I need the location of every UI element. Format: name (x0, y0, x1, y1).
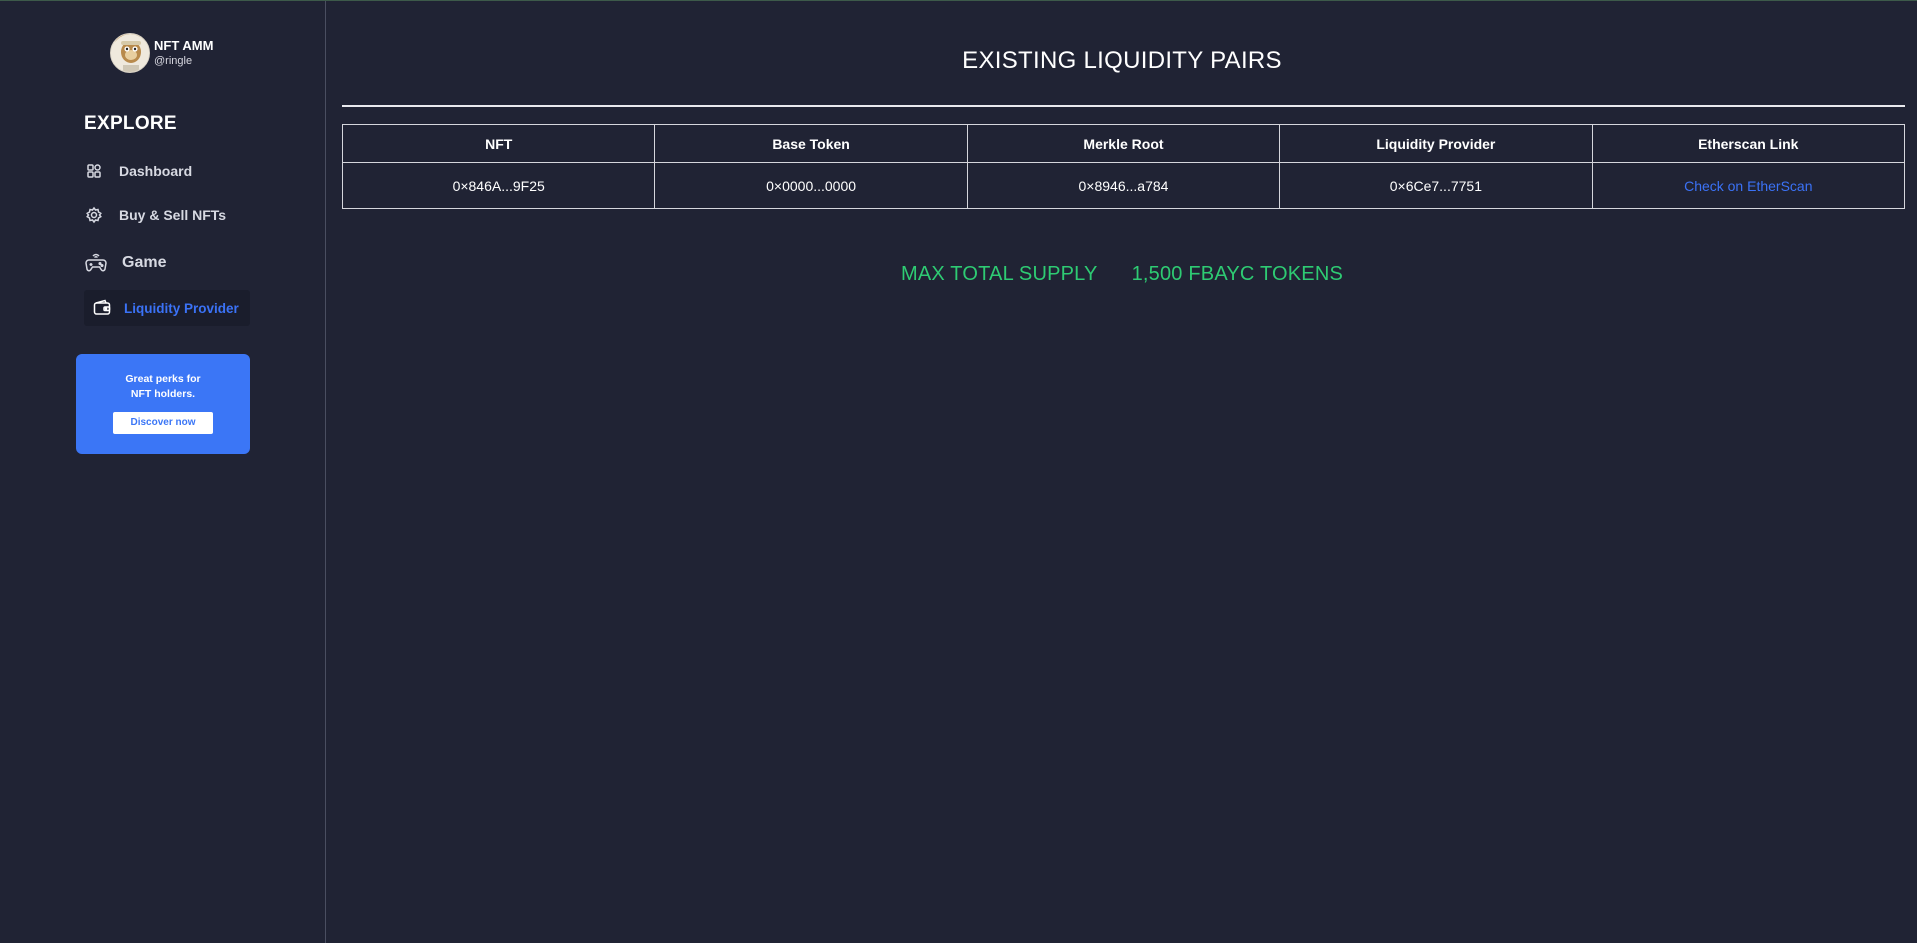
profile-name: NFT AMM (154, 37, 214, 53)
sidebar-item-label: Game (122, 254, 167, 271)
promo-card: Great perks for NFT holders. Discover no… (76, 354, 250, 454)
cell-merkle-root: 0×8946...a784 (966, 162, 1281, 209)
section-title-explore: EXPLORE (84, 113, 177, 134)
table-header-row: NFT Base Token Merkle Root Liquidity Pro… (341, 124, 1906, 163)
dashboard-icon (84, 161, 104, 181)
gear-icon (84, 205, 104, 225)
discover-now-button[interactable]: Discover now (113, 412, 213, 434)
profile-card[interactable]: NFT AMM @ringle (110, 33, 213, 73)
max-supply-line: MAX TOTAL SUPPLY 1,500 FBAYC TOKENS (327, 263, 1917, 286)
column-header-etherscan-link: Etherscan Link (1591, 124, 1906, 163)
sidebar-item-buy-sell-nfts[interactable]: Buy & Sell NFTs (84, 205, 226, 225)
sidebar-item-label: Buy & Sell NFTs (119, 207, 227, 223)
profile-handle: @ringle (154, 55, 193, 68)
cell-etherscan-link: Check on EtherScan (1591, 162, 1906, 209)
supply-label: MAX TOTAL SUPPLY (900, 263, 1098, 285)
table-row: 0×846A...9F25 0×0000...0000 0×8946...a78… (341, 162, 1906, 209)
liquidity-pairs-table: NFT Base Token Merkle Root Liquidity Pro… (341, 124, 1906, 209)
sidebar: NFT AMM @ringle EXPLORE Dashboard Buy & … (0, 1, 326, 943)
sidebar-item-liquidity-provider[interactable]: Liquidity Provider (84, 290, 250, 326)
column-header-nft: NFT (341, 124, 656, 163)
promo-line-1: Great perks for (125, 373, 201, 385)
sidebar-item-dashboard[interactable]: Dashboard (84, 161, 192, 181)
promo-line-2: NFT holders. (130, 388, 196, 400)
column-header-base-token: Base Token (654, 124, 968, 163)
column-header-liquidity-provider: Liquidity Provider (1279, 124, 1593, 163)
page-title: EXISTING LIQUIDITY PAIRS (962, 47, 1282, 74)
sidebar-item-label: Dashboard (119, 163, 193, 179)
gamepad-icon (84, 251, 108, 275)
wallet-icon (92, 298, 112, 318)
cell-nft-address: 0×846A...9F25 (341, 162, 656, 209)
supply-value: 1,500 FBAYC TOKENS (1131, 263, 1344, 285)
sidebar-item-game[interactable]: Game (84, 251, 166, 275)
cell-liquidity-provider-address: 0×6Ce7...7751 (1279, 162, 1593, 209)
avatar[interactable] (110, 33, 150, 73)
main-content: EXISTING LIQUIDITY PAIRS NFT Base Token … (327, 1, 1917, 943)
promo-text: Great perks for NFT holders. (76, 354, 250, 402)
column-header-merkle-root: Merkle Root (966, 124, 1281, 163)
etherscan-link[interactable]: Check on EtherScan (1684, 178, 1812, 194)
sidebar-item-label: Liquidity Provider (124, 300, 239, 316)
app-root: NFT AMM @ringle EXPLORE Dashboard Buy & … (0, 0, 1917, 943)
cell-base-token-address: 0×0000...0000 (654, 162, 968, 209)
divider (342, 105, 1905, 107)
